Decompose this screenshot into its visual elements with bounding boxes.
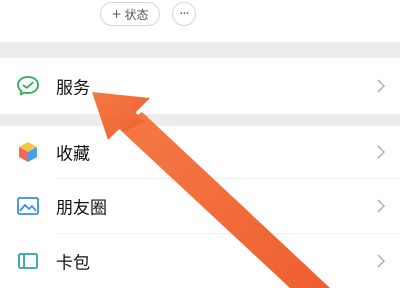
wechat-pay-icon xyxy=(14,74,42,98)
menu-item-card-wallet[interactable]: 卡包 xyxy=(0,234,400,288)
moments-picture-icon xyxy=(14,194,42,218)
section-gap xyxy=(0,42,400,58)
menu-item-label: 收藏 xyxy=(56,144,90,165)
menu-item-label: 朋友圈 xyxy=(56,198,107,219)
chevron-right-icon xyxy=(377,145,386,159)
more-dots-icon: ··· xyxy=(179,6,189,22)
menu-item-services[interactable]: 服务 xyxy=(0,58,400,114)
chevron-right-icon xyxy=(377,79,386,93)
plus-icon: + xyxy=(111,7,122,21)
menu-item-favorites[interactable]: 收藏 xyxy=(0,126,400,178)
menu-item-label: 服务 xyxy=(56,78,90,99)
profile-header: + 状态 ··· xyxy=(0,0,400,42)
card-wallet-icon xyxy=(14,249,42,273)
favorites-cube-icon xyxy=(14,140,42,164)
chevron-right-icon xyxy=(377,254,386,268)
status-button[interactable]: + 状态 xyxy=(100,2,160,26)
menu-item-label: 卡包 xyxy=(56,253,90,274)
chevron-right-icon xyxy=(377,199,386,213)
section-gap xyxy=(0,114,400,126)
status-button-label: 状态 xyxy=(124,7,149,22)
more-button[interactable]: ··· xyxy=(172,2,196,26)
menu-item-moments[interactable]: 朋友圈 xyxy=(0,179,400,233)
